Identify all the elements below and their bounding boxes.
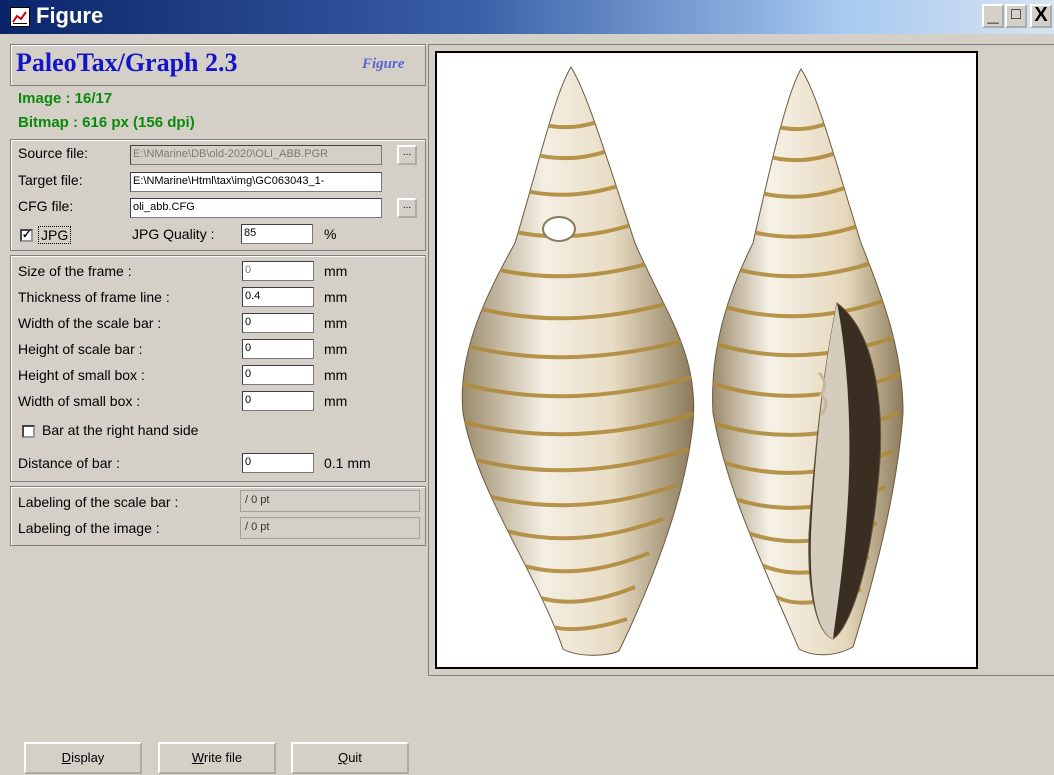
- app-title: PaleoTax/Graph 2.3: [16, 48, 238, 77]
- frame-size-unit: mm: [324, 263, 348, 279]
- source-file-field[interactable]: E:\NMarine\DB\old-2020\OLI_ABB.PGR: [130, 145, 382, 165]
- small-box-width-label: Width of small box :: [18, 393, 141, 409]
- title-bar[interactable]: [0, 0, 1054, 34]
- image-labeling-box[interactable]: / 0 pt: [240, 517, 420, 539]
- shell-image: [461, 66, 904, 656]
- app-icon: [10, 7, 30, 27]
- small-box-height-field[interactable]: 0: [242, 365, 314, 385]
- target-file-label: Target file:: [18, 172, 83, 188]
- small-box-width-unit: mm: [324, 393, 348, 409]
- quit-button[interactable]: Quit: [291, 742, 409, 774]
- frame-thickness-unit: mm: [324, 289, 348, 305]
- shell-figure: [435, 51, 978, 669]
- scale-bar-labeling-box[interactable]: / 0 pt: [240, 490, 420, 512]
- jpg-checkbox[interactable]: ✓: [20, 229, 33, 242]
- frame-thickness-field[interactable]: 0.4: [242, 287, 314, 307]
- frame-size-field[interactable]: 0: [242, 261, 314, 281]
- small-box-height-unit: mm: [324, 367, 348, 383]
- close-button[interactable]: X: [1030, 4, 1052, 28]
- scale-bar-height-unit: mm: [324, 341, 348, 357]
- maximize-button[interactable]: □: [1005, 4, 1027, 28]
- bar-distance-label: Distance of bar :: [18, 455, 120, 471]
- frame-size-label: Size of the frame :: [18, 263, 132, 279]
- bar-right-checkbox[interactable]: [22, 425, 35, 438]
- write-file-button[interactable]: Write file: [158, 742, 276, 774]
- small-box-width-field[interactable]: 0: [242, 391, 314, 411]
- jpg-quality-unit: %: [324, 226, 337, 242]
- small-box-height-label: Height of small box :: [18, 367, 145, 383]
- bar-distance-field[interactable]: 0: [242, 453, 314, 473]
- scale-bar-width-unit: mm: [324, 315, 348, 331]
- cfg-browse-button[interactable]: ...: [397, 198, 417, 218]
- image-labeling-label: Labeling of the image :: [18, 520, 160, 536]
- scale-bar-height-label: Height of scale bar :: [18, 341, 143, 357]
- scale-bar-labeling-label: Labeling of the scale bar :: [18, 494, 179, 510]
- bitmap-info: Bitmap : 616 px (156 dpi): [18, 114, 195, 131]
- scale-bar-height-field[interactable]: 0: [242, 339, 314, 359]
- jpg-label[interactable]: JPG: [38, 226, 72, 244]
- cfg-file-label: CFG file:: [18, 198, 74, 214]
- scale-bar-width-field[interactable]: 0: [242, 313, 314, 333]
- source-file-label: Source file:: [18, 145, 89, 161]
- scale-bar-width-label: Width of the scale bar :: [18, 315, 162, 331]
- source-browse-button[interactable]: ...: [397, 145, 417, 165]
- jpg-quality-field[interactable]: 85: [241, 224, 313, 244]
- target-file-field[interactable]: E:\NMarine\Html\tax\img\GC063043_1-: [130, 172, 382, 192]
- bar-right-label[interactable]: Bar at the right hand side: [42, 422, 198, 438]
- window-title: Figure: [36, 3, 104, 28]
- display-button[interactable]: Display: [24, 742, 142, 774]
- jpg-quality-label: JPG Quality :: [132, 226, 215, 242]
- image-info: Image : 16/17: [18, 90, 113, 107]
- cfg-file-field[interactable]: oli_abb.CFG: [130, 198, 382, 218]
- minimize-button[interactable]: _: [982, 4, 1004, 28]
- frame-thickness-label: Thickness of frame line :: [18, 289, 170, 305]
- figure-label: Figure: [362, 56, 405, 72]
- bar-distance-unit: 0.1 mm: [324, 455, 371, 471]
